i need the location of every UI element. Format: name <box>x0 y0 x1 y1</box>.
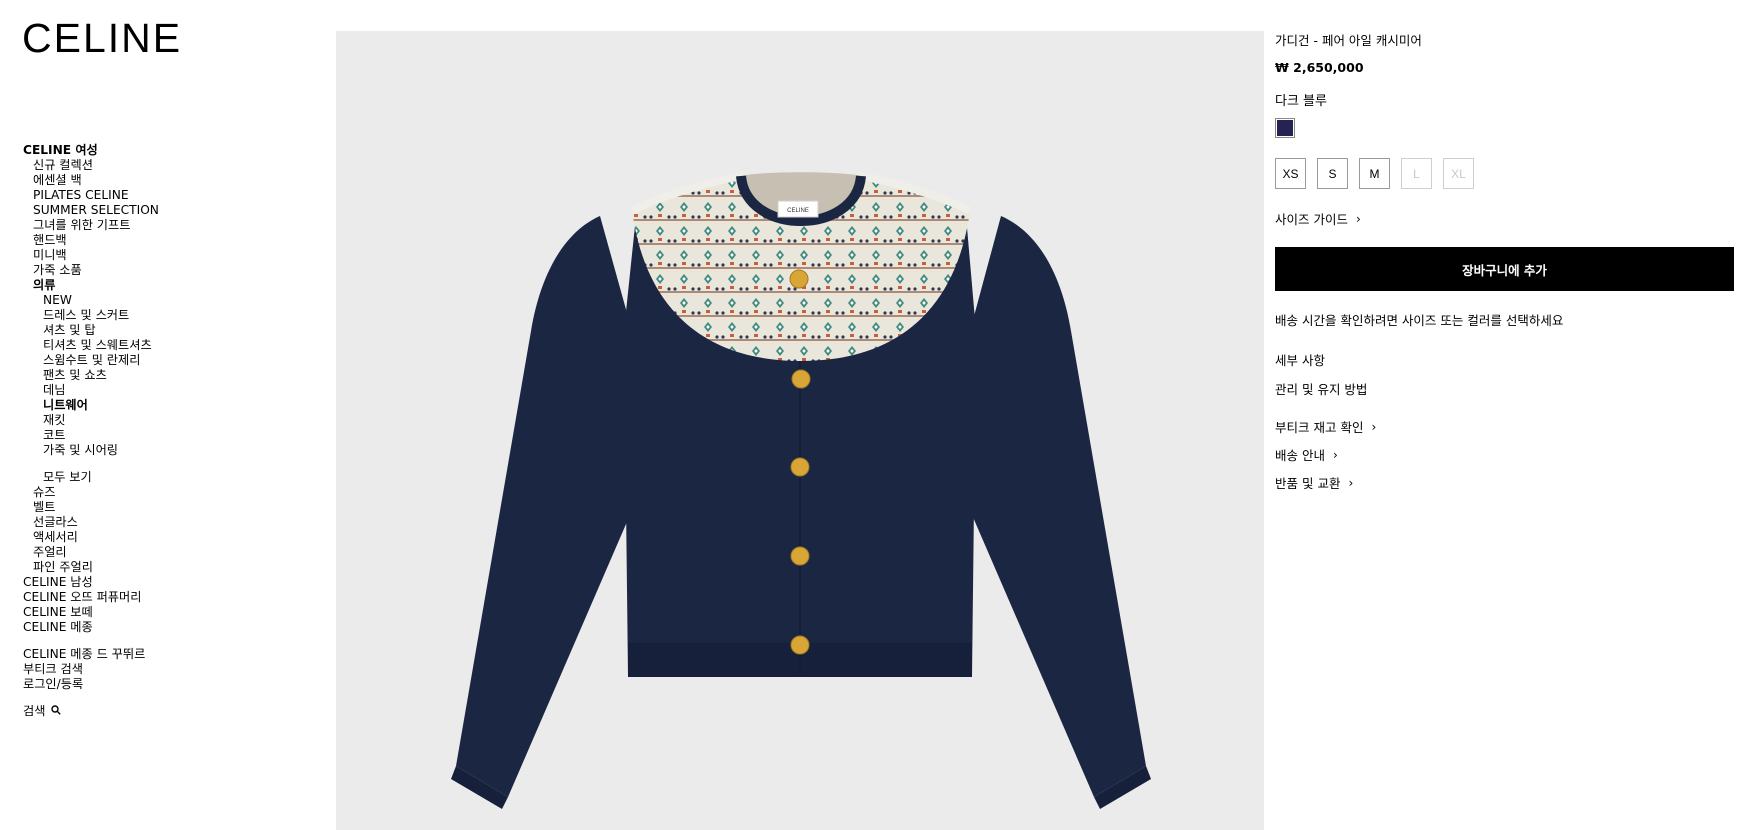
nav-item-clothing[interactable]: 의류 <box>33 278 159 293</box>
nav-maison-couture[interactable]: CELINE 메종 드 꾸뛰르 <box>23 647 159 662</box>
boutique-stock-link[interactable]: 부티크 재고 확인 › <box>1275 417 1735 436</box>
nav-haute-parfumerie[interactable]: CELINE 오뜨 퍼퓨머리 <box>23 590 159 605</box>
nav-item-coats[interactable]: 코트 <box>43 428 159 443</box>
color-name: 다크 블루 <box>1275 94 1327 109</box>
cardigan-illustration: CELINE <box>451 171 1151 809</box>
nav-maison[interactable]: CELINE 메종 <box>23 620 159 635</box>
nav-item-view-all[interactable]: 모두 보기 <box>43 470 159 485</box>
returns-link[interactable]: 반품 및 교환 › <box>1275 473 1735 492</box>
size-xl-button[interactable]: XL <box>1443 158 1474 189</box>
nav-item-pants-shorts[interactable]: 팬츠 및 쇼츠 <box>43 368 159 383</box>
size-m-button[interactable]: M <box>1359 158 1390 189</box>
size-l-button[interactable]: L <box>1401 158 1432 189</box>
nav-item-shirts-tops[interactable]: 셔츠 및 탑 <box>43 323 159 338</box>
nav-beaute[interactable]: CELINE 보떼 <box>23 605 159 620</box>
nav-item-pilates[interactable]: PILATES CELINE <box>33 188 159 203</box>
brand-logo[interactable]: CELINE <box>22 14 182 62</box>
color-swatch[interactable] <box>1275 118 1295 138</box>
nav-item-fine-jewelry[interactable]: 파인 주얼리 <box>33 560 159 575</box>
boutique-stock-label: 부티크 재고 확인 <box>1275 420 1364 435</box>
size-s-button[interactable]: S <box>1317 158 1348 189</box>
chevron-right-icon: › <box>1332 447 1338 462</box>
side-navigation: CELINE 여성 신규 컬렉션 에센셜 백 PILATES CELINE SU… <box>23 143 159 719</box>
nav-item-dresses-skirts[interactable]: 드레스 및 스커트 <box>43 308 159 323</box>
search-label: 검색 <box>23 704 46 718</box>
size-guide-link[interactable]: 사이즈 가이드 › <box>1275 209 1735 228</box>
search-icon <box>51 704 62 719</box>
nav-item-leather-shearling[interactable]: 가죽 및 시어링 <box>43 443 159 458</box>
nav-women-cats2-list: 슈즈 벨트 선글라스 액세서리 주얼리 파인 주얼리 <box>23 485 159 575</box>
color-swatch-fill <box>1277 120 1293 136</box>
details-link[interactable]: 세부 사항 <box>1275 350 1735 369</box>
product-image[interactable]: CELINE <box>336 31 1264 830</box>
nav-other-sections: CELINE 남성 CELINE 오뜨 퍼퓨머리 CELINE 보떼 CELIN… <box>23 575 159 635</box>
nav-women[interactable]: CELINE 여성 <box>23 143 159 158</box>
nav-item-mini-bags[interactable]: 미니백 <box>33 248 159 263</box>
nav-item-handbags[interactable]: 핸드백 <box>33 233 159 248</box>
product-title: 가디건 - 페어 아일 캐시미어 <box>1275 33 1422 48</box>
nav-item-jewelry[interactable]: 주얼리 <box>33 545 159 560</box>
nav-item-swimwear-lingerie[interactable]: 스윔수트 및 란제리 <box>43 353 159 368</box>
nav-store-locator[interactable]: 부티크 검색 <box>23 662 159 677</box>
nav-item-accessories[interactable]: 액세서리 <box>33 530 159 545</box>
nav-utility-list: 부티크 검색 로그인/등록 <box>23 662 159 692</box>
nav-item-clothing-new[interactable]: NEW <box>43 293 159 308</box>
size-xs-button[interactable]: XS <box>1275 158 1306 189</box>
nav-clothing-list: NEW 드레스 및 스커트 셔츠 및 탑 티셔츠 및 스웨트셔츠 스윔수트 및 … <box>23 293 159 485</box>
nav-item-shoes[interactable]: 슈즈 <box>33 485 159 500</box>
nav-item-new-collection[interactable]: 신규 컬렉션 <box>33 158 159 173</box>
product-price: ₩ 2,650,000 <box>1275 60 1364 75</box>
shipping-info-link[interactable]: 배송 안내 › <box>1275 445 1735 464</box>
garment-label: CELINE <box>787 208 809 214</box>
add-to-cart-button[interactable]: 장바구니에 추가 <box>1275 247 1734 291</box>
product-info: 가디건 - 페어 아일 캐시미어 ₩ 2,650,000 다크 블루 XS S … <box>1275 30 1735 492</box>
nav-item-summer-selection[interactable]: SUMMER SELECTION <box>33 203 159 218</box>
shipping-info-label: 배송 안내 <box>1275 448 1325 463</box>
nav-item-belts[interactable]: 벨트 <box>33 500 159 515</box>
nav-item-essential-bags[interactable]: 에센셜 백 <box>33 173 159 188</box>
nav-women-cats-list: 핸드백 미니백 가죽 소품 의류 <box>23 233 159 293</box>
nav-item-jackets[interactable]: 재킷 <box>43 413 159 428</box>
nav-item-tshirts-sweatshirts[interactable]: 티셔츠 및 스웨트셔츠 <box>43 338 159 353</box>
nav-item-gifts-for-her[interactable]: 그녀를 위한 기프트 <box>33 218 159 233</box>
nav-item-sunglasses[interactable]: 선글라스 <box>33 515 159 530</box>
returns-label: 반품 및 교환 <box>1275 476 1341 491</box>
nav-women-top-list: 신규 컬렉션 에센셜 백 PILATES CELINE SUMMER SELEC… <box>23 158 159 233</box>
nav-item-knitwear[interactable]: 니트웨어 <box>43 398 159 413</box>
size-selector: XS S M L XL <box>1275 158 1735 189</box>
shipping-message: 배송 시간을 확인하려면 사이즈 또는 컬러를 선택하세요 <box>1275 313 1564 328</box>
nav-item-denim[interactable]: 데님 <box>43 383 159 398</box>
chevron-right-icon: › <box>1348 475 1354 490</box>
chevron-right-icon: › <box>1355 211 1361 226</box>
chevron-right-icon: › <box>1371 419 1377 434</box>
size-guide-label: 사이즈 가이드 <box>1275 212 1348 227</box>
nav-men[interactable]: CELINE 남성 <box>23 575 159 590</box>
nav-item-small-leather-goods[interactable]: 가죽 소품 <box>33 263 159 278</box>
search-button[interactable]: 검색 <box>23 704 159 719</box>
care-link[interactable]: 관리 및 유지 방법 <box>1275 379 1735 398</box>
nav-login[interactable]: 로그인/등록 <box>23 677 159 692</box>
